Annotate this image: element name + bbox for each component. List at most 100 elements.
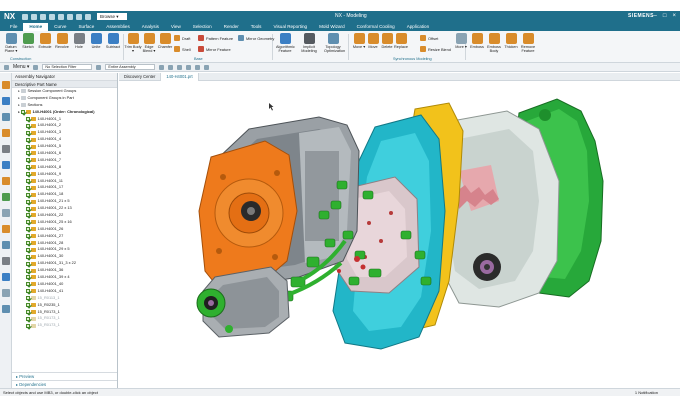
ribbon-button-emboss-body[interactable]: Emboss Body: [485, 33, 503, 53]
ribbon-button-thicken[interactable]: Thicken: [502, 33, 520, 49]
minimize-icon[interactable]: –: [654, 13, 657, 19]
navigator-node[interactable]: 140-H4001_5: [12, 143, 117, 150]
navigator-node[interactable]: 15_R0173_1: [12, 309, 117, 316]
visibility-checkbox[interactable]: [26, 137, 30, 142]
ribbon-button-extrude[interactable]: Extrude: [36, 33, 54, 49]
navigator-node[interactable]: 140-H4001_36: [12, 267, 117, 274]
navigator-node[interactable]: 140-H4001_1: [12, 116, 117, 123]
tab-visual-reporting[interactable]: Visual Reporting: [267, 23, 313, 31]
tab-part-file[interactable]: 140-H4001.prt: [161, 73, 199, 81]
tab-conformal-cooling[interactable]: Conformal Cooling: [351, 23, 401, 31]
visibility-checkbox[interactable]: [26, 144, 30, 149]
selection-filter-dropdown[interactable]: No Selection Filter: [42, 64, 93, 70]
navigator-node[interactable]: 140-H4001_3: [12, 129, 117, 136]
navigator-node[interactable]: 140-H4001_27: [12, 233, 117, 240]
resource-bar-navigator-icon[interactable]: [2, 193, 10, 201]
resource-bar-navigator-icon[interactable]: [2, 113, 10, 121]
navigator-node[interactable]: ▸ 140-H4001 (Order: Chronological): [12, 109, 117, 116]
visibility-checkbox[interactable]: [26, 275, 30, 280]
resource-bar-navigator-icon[interactable]: [2, 225, 10, 233]
visibility-checkbox[interactable]: [26, 172, 30, 177]
visibility-checkbox[interactable]: [26, 213, 30, 218]
navigator-node[interactable]: ▸ Session Component Groups: [12, 88, 117, 95]
dependencies-panel-toggle[interactable]: ▸ Dependencies: [12, 380, 117, 388]
resource-bar-navigator-icon[interactable]: [2, 177, 10, 185]
visibility-checkbox[interactable]: [26, 165, 30, 170]
ribbon-button-subtract[interactable]: Subtract: [104, 33, 122, 49]
visibility-checkbox[interactable]: [26, 316, 30, 321]
navigator-node[interactable]: 140-H4001_22 x 13: [12, 205, 117, 212]
ribbon-button-unite[interactable]: Unite: [87, 33, 105, 49]
menu-button[interactable]: Menu ▾: [13, 64, 29, 70]
visibility-checkbox[interactable]: [26, 185, 30, 190]
navigator-node[interactable]: 140-H4001_17: [12, 184, 117, 191]
ribbon-button-sketch[interactable]: Sketch: [19, 33, 37, 49]
visibility-checkbox[interactable]: [26, 323, 30, 328]
assembly-model-view[interactable]: [119, 81, 680, 388]
ribbon-button-replace[interactable]: Replace: [392, 33, 410, 49]
resource-bar-navigator-icon[interactable]: [2, 145, 10, 153]
visibility-checkbox[interactable]: [26, 247, 30, 252]
visibility-checkbox[interactable]: [26, 206, 30, 211]
navigator-node[interactable]: 15_R0173_1: [12, 315, 117, 322]
tab-home[interactable]: Home: [23, 23, 49, 31]
ribbon-button-topology-optimization[interactable]: Topology Optimization: [324, 33, 345, 53]
browse-dropdown[interactable]: Browse ▾: [97, 13, 127, 20]
maximize-icon[interactable]: □: [663, 13, 667, 19]
visibility-checkbox[interactable]: [26, 130, 30, 135]
visibility-checkbox[interactable]: [26, 268, 30, 273]
navigator-node[interactable]: 140-H4001_28: [12, 240, 117, 247]
ribbon-button-emboss[interactable]: Emboss: [468, 33, 486, 49]
paste-icon[interactable]: [67, 13, 73, 20]
resource-bar-navigator-icon[interactable]: [2, 257, 10, 265]
navigator-node[interactable]: 140-H4001_31_3 x 22: [12, 260, 117, 267]
visibility-checkbox[interactable]: [26, 241, 30, 246]
visibility-checkbox[interactable]: [26, 309, 30, 314]
visibility-checkbox[interactable]: [26, 123, 30, 128]
preview-panel-toggle[interactable]: ▸ Preview: [12, 372, 117, 380]
ribbon-button-offset[interactable]: Offset: [420, 35, 438, 41]
menu-icon[interactable]: [4, 64, 9, 70]
visibility-checkbox[interactable]: [26, 303, 30, 308]
ribbon-button-draft[interactable]: Draft: [174, 35, 190, 41]
visibility-checkbox[interactable]: [26, 282, 30, 287]
close-icon[interactable]: ×: [672, 13, 676, 19]
visibility-checkbox[interactable]: [26, 234, 30, 239]
ribbon-button-implicit-modeling[interactable]: Implicit Modeling: [300, 33, 318, 53]
ribbon-button-more[interactable]: More ▾: [452, 33, 470, 49]
tab-analysis[interactable]: Analysis: [136, 23, 165, 31]
navigator-node[interactable]: 140-H4001_30: [12, 253, 117, 260]
resource-bar-navigator-icon[interactable]: [2, 209, 10, 217]
tab-tools[interactable]: Tools: [245, 23, 268, 31]
resource-bar-navigator-icon[interactable]: [2, 241, 10, 249]
resource-bar-navigator-icon[interactable]: [2, 161, 10, 169]
navigator-node[interactable]: 140-H4001_9: [12, 171, 117, 178]
graphics-window[interactable]: [119, 81, 680, 388]
tab-discovery-center[interactable]: Discovery Center: [119, 73, 162, 81]
cut-icon[interactable]: [49, 13, 55, 20]
ribbon-button-shell[interactable]: Shell: [174, 46, 191, 52]
tab-surface[interactable]: Surface: [72, 23, 100, 31]
ribbon-button-algorithmic-feature[interactable]: Algorithmic Feature: [276, 33, 295, 53]
navigator-node[interactable]: 140-H4001_6: [12, 150, 117, 157]
navigator-node[interactable]: 15_R0173_1: [12, 322, 117, 329]
navigator-column-header[interactable]: Descriptive Part Name: [12, 81, 117, 88]
tab-view[interactable]: View: [165, 23, 187, 31]
visibility-checkbox[interactable]: [26, 254, 30, 259]
save-icon[interactable]: [22, 13, 28, 20]
visibility-checkbox[interactable]: [26, 261, 30, 266]
navigator-node[interactable]: 140-H4001_7: [12, 157, 117, 164]
navigator-node[interactable]: 140-H4001_26: [12, 226, 117, 233]
navigator-node[interactable]: 140-H4001_29 x 5: [12, 246, 117, 253]
ribbon-button-revolve[interactable]: Revolve: [53, 33, 71, 49]
ribbon-button-pattern-feature[interactable]: Pattern Feature: [198, 35, 233, 41]
ribbon-button-resize-blend[interactable]: Resize Blend: [420, 46, 451, 52]
snap-icon[interactable]: [195, 64, 201, 70]
navigator-node[interactable]: 140-H4001_25 x 16: [12, 219, 117, 226]
tab-file[interactable]: File: [4, 23, 23, 31]
navigator-node[interactable]: 140-H4001_11: [12, 178, 117, 185]
snap-icon[interactable]: [159, 64, 165, 70]
visibility-checkbox[interactable]: [26, 117, 30, 121]
redo-icon[interactable]: [40, 13, 46, 20]
navigator-node[interactable]: 140-H4001_18: [12, 191, 117, 198]
